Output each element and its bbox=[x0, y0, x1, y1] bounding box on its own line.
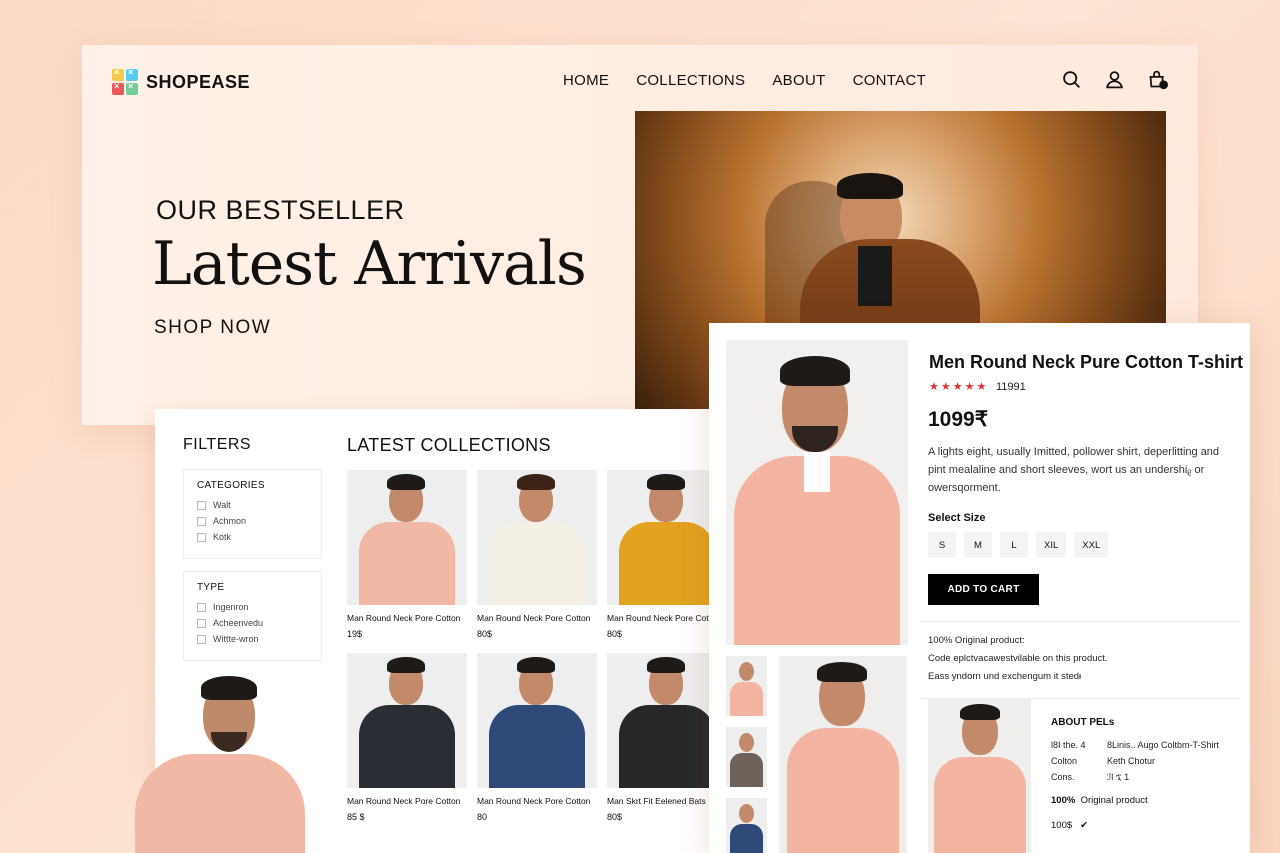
info-line: 100% Original product: bbox=[928, 635, 1025, 646]
type-option[interactable]: Wittte-wron bbox=[197, 634, 308, 644]
product-image[interactable] bbox=[347, 653, 467, 788]
product-card[interactable]: Man Round Neck Pore Cotton 80$ bbox=[477, 470, 597, 639]
hero-title: Latest Arrivals bbox=[152, 229, 587, 299]
logo-icon bbox=[112, 67, 138, 95]
info-line: Eass yndorn und exchengum it stedᵻ bbox=[928, 671, 1082, 682]
product-card[interactable]: Man Round Neck Pore Cotton 80 bbox=[477, 653, 597, 822]
thumbnail[interactable] bbox=[726, 656, 767, 716]
model-photo bbox=[135, 670, 305, 853]
product-info: 100% Original product: Code eplctvacawes… bbox=[928, 632, 1108, 686]
category-option[interactable]: Kotk bbox=[197, 532, 308, 542]
categories-filter: CATEGORIES Walt Achmon Kotk bbox=[183, 469, 322, 559]
thumbnail[interactable] bbox=[726, 798, 767, 853]
original-product-note: 100% Original product bbox=[1051, 795, 1148, 806]
product-price: 19$ bbox=[347, 629, 363, 639]
nav-icons bbox=[1061, 69, 1168, 90]
category-option[interactable]: Achmon bbox=[197, 516, 308, 526]
product-description: A lights eight, usually Imitted, pollowe… bbox=[928, 446, 1220, 494]
spec-row: Cons. ℐl ኚ 1 bbox=[1051, 772, 1130, 782]
product-grid: Man Round Neck Pore Cotton 19$ Man Round N… bbox=[347, 470, 727, 822]
size-selector: S M L XIL XXL bbox=[928, 532, 1109, 558]
product-image[interactable] bbox=[347, 470, 467, 605]
nav-contact[interactable]: CONTACT bbox=[853, 72, 926, 89]
type-filter: TYPE Ingenron Acheenvedu Wittte-wron bbox=[183, 571, 322, 661]
checkbox[interactable] bbox=[197, 618, 206, 628]
nav-collections[interactable]: COLLECTIONS bbox=[636, 72, 745, 89]
filters-title: FILTERS bbox=[183, 436, 252, 453]
product-price: 80 bbox=[477, 812, 488, 822]
add-to-cart-button[interactable]: ADD TO CART bbox=[928, 574, 1039, 605]
nav-about[interactable]: ABOUT bbox=[772, 72, 825, 89]
rating-stars: ★★★★★ bbox=[929, 381, 989, 393]
product-name[interactable]: Man Round Neck Pore Cotton bbox=[347, 613, 467, 623]
brand-logo[interactable]: SHOPEASE bbox=[112, 67, 251, 95]
about-spec-list: Ɩ8I the. 4 8Linis.. Augo Coltbm-T-Shirt C… bbox=[1051, 737, 1219, 785]
checkbox[interactable] bbox=[197, 532, 206, 542]
checkbox[interactable] bbox=[197, 602, 206, 612]
size-xl-button[interactable]: XIL bbox=[1036, 532, 1067, 558]
size-m-button[interactable]: M bbox=[964, 532, 992, 558]
product-price: 1099₹ bbox=[928, 408, 989, 431]
latest-collections-title: LATEST COLLECTIONS bbox=[347, 435, 551, 455]
hero-subtitle: OUR BESTSELLER bbox=[156, 195, 405, 225]
about-price: 100$ ✔ bbox=[1051, 820, 1089, 831]
product-card[interactable]: Man Round Neck Pore Cotton 85 $ bbox=[347, 653, 467, 822]
user-icon[interactable] bbox=[1104, 69, 1125, 90]
nav-home[interactable]: HOME bbox=[563, 72, 609, 89]
checkbox[interactable] bbox=[197, 516, 206, 526]
type-option[interactable]: Ingenron bbox=[197, 602, 308, 612]
product-price: 80$ bbox=[477, 629, 493, 639]
cart-icon[interactable] bbox=[1147, 69, 1168, 90]
about-image bbox=[928, 699, 1031, 853]
type-option[interactable]: Acheenvedu bbox=[197, 618, 308, 628]
product-price: 85 $ bbox=[347, 812, 365, 822]
spec-row: Colton Keth Chotur bbox=[1051, 756, 1156, 766]
size-label: Select Size bbox=[928, 512, 986, 524]
categories-title: CATEGORIES bbox=[197, 480, 265, 491]
review-count: 11991 bbox=[996, 381, 1026, 393]
size-s-button[interactable]: S bbox=[928, 532, 956, 558]
brand-name: SHOPEASE bbox=[146, 71, 251, 92]
product-title: Men Round Neck Pure Cotton T-shirt bbox=[929, 352, 1244, 372]
checkbox[interactable] bbox=[197, 500, 206, 510]
checkbox[interactable] bbox=[197, 634, 206, 644]
product-main-image[interactable] bbox=[726, 340, 908, 645]
product-card[interactable]: Man Round Neck Pore Cotton 19$ bbox=[347, 470, 467, 639]
product-secondary-image[interactable] bbox=[779, 656, 907, 853]
product-name[interactable]: Man Round Neck Pore Cotton bbox=[347, 796, 467, 806]
product-name[interactable]: Man Round Neck Pore Cotton bbox=[477, 796, 597, 806]
divider bbox=[919, 621, 1239, 622]
product-detail-panel: Men Round Neck Pure Cotton T-shirt ★★★★★… bbox=[709, 323, 1250, 853]
info-line: Code eplctvacawestvilable on this produc… bbox=[928, 653, 1108, 664]
main-nav: HOME COLLECTIONS ABOUT CONTACT bbox=[563, 72, 926, 89]
thumbnail-strip bbox=[726, 656, 767, 853]
shop-now-link[interactable]: SHOP NOW bbox=[154, 317, 271, 339]
size-xxl-button[interactable]: XXL bbox=[1074, 532, 1109, 558]
thumbnail[interactable] bbox=[726, 727, 767, 787]
type-title: TYPE bbox=[197, 582, 225, 593]
size-l-button[interactable]: L bbox=[1000, 532, 1028, 558]
spec-row: Ɩ8I the. 4 8Linis.. Augo Coltbm-T-Shirt bbox=[1051, 740, 1220, 750]
product-image[interactable] bbox=[477, 653, 597, 788]
category-option[interactable]: Walt bbox=[197, 500, 308, 510]
about-title: ABOUT PELs bbox=[1051, 717, 1115, 728]
search-icon[interactable] bbox=[1061, 69, 1082, 90]
product-image[interactable] bbox=[477, 470, 597, 605]
product-name[interactable]: Man Round Neck Pore Cotton bbox=[477, 613, 597, 623]
